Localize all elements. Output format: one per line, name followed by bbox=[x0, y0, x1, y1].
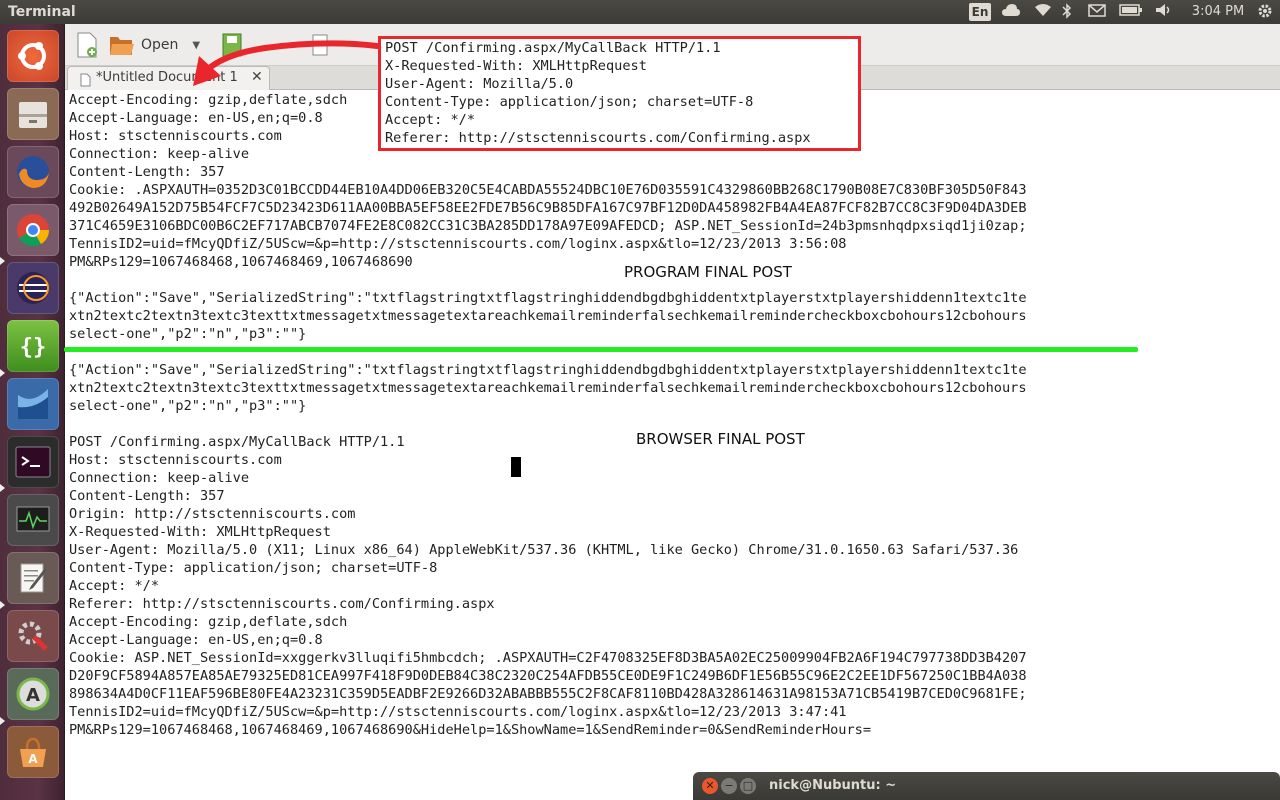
editor-line: User-Agent: Mozilla/5.0 (X11; Linux x86_… bbox=[69, 542, 1019, 558]
editor-line: Host: stsctenniscourts.com bbox=[69, 128, 282, 144]
software-updater-icon[interactable]: A bbox=[7, 668, 59, 720]
green-divider-annotation bbox=[64, 347, 1138, 352]
terminal-close-button[interactable]: ✕ bbox=[702, 778, 718, 794]
app-title: Terminal bbox=[8, 4, 76, 20]
editor-line: Connection: keep-alive bbox=[69, 146, 250, 162]
editor-line: select-one","p2":"n","p3":""} bbox=[69, 398, 307, 414]
editor-line: 898634A4D0CF11EAF596BE80FE4A23231C359D5E… bbox=[69, 686, 1027, 702]
gear-icon[interactable] bbox=[1256, 3, 1274, 21]
editor-line: Content-Length: 357 bbox=[69, 488, 225, 504]
editor-line: Cookie: .ASPXAUTH=0352D3C01BCCDD44EB10A4… bbox=[69, 182, 1027, 198]
firefox-icon[interactable] bbox=[7, 146, 59, 198]
terminal-maximize-button[interactable]: □ bbox=[740, 778, 756, 794]
running-indicator bbox=[0, 717, 5, 725]
terminal-icon[interactable] bbox=[7, 436, 59, 488]
editor-line: Accept-Language: en-US,en;q=0.8 bbox=[69, 110, 323, 126]
svg-text:A: A bbox=[26, 685, 40, 706]
launcher: {} A A bbox=[0, 24, 65, 800]
clock[interactable]: 3:04 PM bbox=[1190, 3, 1246, 21]
editor-line: Content-Type: application/json; charset=… bbox=[69, 560, 438, 576]
system-monitor-icon[interactable] bbox=[7, 494, 59, 546]
system-settings-icon[interactable] bbox=[7, 610, 59, 662]
editor-line: xtn2textc2textn3textc3texttxtmessagetxtm… bbox=[69, 380, 1027, 396]
wifi-icon[interactable] bbox=[1032, 3, 1054, 21]
running-indicator bbox=[0, 369, 5, 377]
file-manager-icon[interactable] bbox=[7, 88, 59, 140]
running-indicator bbox=[0, 484, 5, 492]
new-document-button[interactable] bbox=[75, 30, 103, 60]
editor-line: Accept-Encoding: gzip,deflate,sdch bbox=[69, 614, 348, 630]
cloud-icon[interactable] bbox=[1000, 3, 1022, 21]
callout-line: User-Agent: Mozilla/5.0 bbox=[385, 76, 574, 92]
mysql-workbench-icon[interactable] bbox=[7, 378, 59, 430]
running-indicator bbox=[0, 601, 5, 609]
editor-line: Accept: */* bbox=[69, 578, 160, 594]
editor-line: TennisID2=uid=fMcyQDfiZ/5UScw=&p=http://… bbox=[69, 704, 847, 720]
document-icon bbox=[80, 72, 91, 91]
callout-line: Content-Type: application/json; charset=… bbox=[385, 94, 754, 110]
editor-line: D20F9CF5894A857EA85AE79325ED81CEA997F418… bbox=[69, 668, 1027, 684]
editor-line: xtn2textc2textn3textc3texttxtmessagetxtm… bbox=[69, 308, 1027, 324]
editor-line: Cookie: ASP.NET_SessionId=xxggerkv3lluqi… bbox=[69, 650, 1027, 666]
brackets-icon[interactable]: {} bbox=[7, 320, 59, 372]
mail-icon[interactable] bbox=[1086, 3, 1108, 21]
callout-line: POST /Confirming.aspx/MyCallBack HTTP/1.… bbox=[385, 40, 721, 56]
callout-line: Accept: */* bbox=[385, 112, 476, 128]
editor-line: Connection: keep-alive bbox=[69, 470, 250, 486]
editor-line: POST /Confirming.aspx/MyCallBack HTTP/1.… bbox=[69, 434, 405, 450]
ubuntu-dash-icon[interactable] bbox=[7, 30, 59, 82]
software-center-icon[interactable]: A bbox=[7, 726, 59, 778]
editor-line: Origin: http://stsctenniscourts.com bbox=[69, 506, 356, 522]
editor-line: PM&RPs129=1067468468,1067468469,10674686… bbox=[69, 254, 413, 270]
editor-line: {"Action":"Save","SerializedString":"txt… bbox=[69, 290, 1027, 306]
editor-line: 371C4659E3106BDC00B6C2EF717ABCB7074FE2E8… bbox=[69, 218, 1027, 234]
program-final-post-label: PROGRAM FINAL POST bbox=[624, 263, 792, 281]
bluetooth-icon[interactable] bbox=[1060, 3, 1074, 21]
callout-line: X-Requested-With: XMLHttpRequest bbox=[385, 58, 647, 74]
text-cursor bbox=[511, 457, 521, 477]
editor-line: X-Requested-With: XMLHttpRequest bbox=[69, 524, 331, 540]
red-arrow-annotation bbox=[193, 40, 380, 86]
editor-line: TennisID2=uid=fMcyQDfiZ/5UScw=&p=http://… bbox=[69, 236, 847, 252]
volume-icon[interactable] bbox=[1154, 3, 1174, 21]
editor-line: Accept-Language: en-US,en;q=0.8 bbox=[69, 632, 323, 648]
editor-line: Host: stsctenniscourts.com bbox=[69, 452, 282, 468]
battery-icon[interactable] bbox=[1118, 3, 1144, 21]
terminal-window-titlebar[interactable]: ✕ − □ nick@Nubuntu: ~ bbox=[693, 772, 1280, 800]
browser-final-post-label: BROWSER FINAL POST bbox=[636, 430, 805, 448]
open-label: Open bbox=[141, 37, 179, 53]
keyboard-indicator[interactable]: En bbox=[969, 3, 991, 21]
text-editor-icon[interactable] bbox=[7, 552, 59, 604]
editor-line: Content-Length: 357 bbox=[69, 164, 225, 180]
eclipse-icon[interactable] bbox=[7, 262, 59, 314]
editor-line: 492B02649A152D75B54FCF7C5D23423D611AA00B… bbox=[69, 200, 1027, 216]
editor-line: PM&RPs129=1067468468,1067468469,10674686… bbox=[69, 722, 872, 738]
editor-line: Referer: http://stsctenniscourts.com/Con… bbox=[69, 596, 495, 612]
svg-text:A: A bbox=[28, 752, 38, 766]
editor-line: select-one","p2":"n","p3":""} bbox=[69, 326, 307, 342]
running-indicator bbox=[0, 257, 5, 265]
svg-text:{}: {} bbox=[20, 335, 47, 360]
callout-line: Referer: http://stsctenniscourts.com/Con… bbox=[385, 130, 811, 146]
editor-line: {"Action":"Save","SerializedString":"txt… bbox=[69, 362, 1027, 378]
chrome-icon[interactable] bbox=[7, 204, 59, 256]
terminal-title: nick@Nubuntu: ~ bbox=[769, 778, 897, 793]
program-headers-callout: POST /Confirming.aspx/MyCallBack HTTP/1.… bbox=[378, 36, 861, 151]
top-panel: Terminal En 3:04 PM bbox=[0, 0, 1280, 24]
terminal-minimize-button[interactable]: − bbox=[721, 778, 737, 794]
